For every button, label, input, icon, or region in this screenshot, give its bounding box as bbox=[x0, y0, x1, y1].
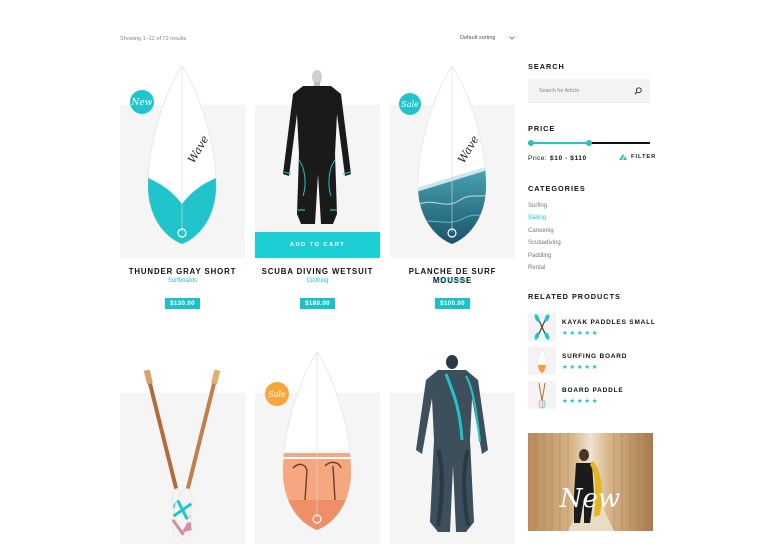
product-card[interactable]: Wave New THUNDER GRAY SHORT Surfboards $… bbox=[120, 64, 245, 314]
product-price: $130.00 bbox=[165, 298, 200, 309]
promo-banner-image[interactable]: New bbox=[528, 433, 653, 531]
price-slider-min-handle[interactable] bbox=[528, 140, 534, 146]
price-widget-title: PRICE bbox=[528, 124, 556, 133]
related-product-name[interactable]: KAYAK PADDLES SMALL bbox=[562, 319, 656, 326]
category-link[interactable]: Canoenig bbox=[528, 225, 561, 237]
product-category[interactable]: Surfboards bbox=[390, 278, 515, 284]
search-widget-title: SEARCH bbox=[528, 62, 565, 71]
category-link[interactable]: Rental bbox=[528, 262, 561, 274]
sort-selected-value: Default sorting bbox=[460, 35, 496, 41]
category-link[interactable]: Surfing bbox=[528, 200, 561, 212]
search-input[interactable] bbox=[539, 88, 629, 94]
related-product[interactable]: SURFING BOARD ★★★★★ bbox=[528, 347, 658, 375]
sort-select[interactable]: Default sorting bbox=[460, 35, 516, 41]
category-link[interactable]: Paddling bbox=[528, 250, 561, 262]
star-rating: ★★★★★ bbox=[562, 330, 600, 337]
svg-text:New: New bbox=[559, 484, 620, 514]
related-products-title: RELATED PRODUCTS bbox=[528, 292, 621, 301]
search-box bbox=[528, 79, 650, 103]
filter-icon bbox=[619, 154, 627, 160]
category-list: Surfing Sailing Canoenig Scubadiving Pad… bbox=[528, 200, 561, 274]
wetsuit-black-icon bbox=[283, 70, 352, 224]
filter-button[interactable]: FILTER bbox=[619, 154, 656, 160]
product-title[interactable]: SCUBA DIVING WETSUIT bbox=[255, 267, 380, 276]
add-to-cart-button[interactable]: ADD TO CART bbox=[255, 232, 380, 258]
category-link[interactable]: Sailing bbox=[528, 212, 561, 224]
surfboard-thumbnail-icon bbox=[528, 347, 556, 375]
related-product[interactable]: KAYAK PADDLES SMALL ★★★★★ bbox=[528, 313, 658, 341]
price-range-label: Price: $10 - $110 bbox=[528, 155, 587, 162]
product-card[interactable] bbox=[120, 350, 245, 544]
surfboard-teal-icon: Wave New bbox=[130, 65, 217, 245]
product-card[interactable]: ADD TO CART SCUBA DIVING WETSUIT Clothin… bbox=[255, 64, 380, 314]
board-paddle-thumbnail-icon bbox=[528, 381, 556, 409]
surfboard-wave-icon: Wave Sale bbox=[399, 65, 487, 245]
paddles-crossed-icon bbox=[143, 369, 221, 538]
related-product[interactable]: BOARD PADDLE ★★★★★ bbox=[528, 381, 658, 409]
price-range-slider[interactable] bbox=[528, 140, 650, 146]
product-price: $180.00 bbox=[300, 298, 335, 309]
paddle-thumbnail-icon bbox=[528, 313, 556, 341]
product-price: $100.00 bbox=[435, 298, 470, 309]
surfboard-sunset-icon: Sale bbox=[265, 351, 352, 531]
search-icon[interactable] bbox=[634, 87, 642, 95]
star-rating: ★★★★★ bbox=[562, 398, 600, 405]
chevron-down-icon bbox=[509, 36, 516, 40]
product-card[interactable] bbox=[390, 350, 515, 544]
related-product-name[interactable]: SURFING BOARD bbox=[562, 353, 627, 360]
wetsuit-gray-icon bbox=[416, 355, 488, 532]
related-product-name[interactable]: BOARD PADDLE bbox=[562, 387, 623, 394]
price-slider-max-handle[interactable] bbox=[586, 140, 592, 146]
svg-text:New: New bbox=[131, 98, 153, 108]
results-count: Showing 1–12 of 72 results bbox=[120, 36, 187, 42]
svg-text:Sale: Sale bbox=[268, 390, 286, 399]
product-category[interactable]: Surfboards bbox=[120, 278, 245, 284]
category-link[interactable]: Scubadiving bbox=[528, 237, 561, 249]
star-rating: ★★★★★ bbox=[562, 364, 600, 371]
product-card[interactable]: Wave Sale PLANCHE DE SURF MOUSSE Surfboa… bbox=[390, 64, 515, 314]
product-card[interactable]: Sale bbox=[255, 350, 380, 544]
svg-text:Sale: Sale bbox=[401, 100, 419, 109]
product-category[interactable]: Clothing bbox=[255, 278, 380, 284]
product-title[interactable]: THUNDER GRAY SHORT bbox=[120, 267, 245, 276]
categories-widget-title: CATEGORIES bbox=[528, 184, 586, 193]
